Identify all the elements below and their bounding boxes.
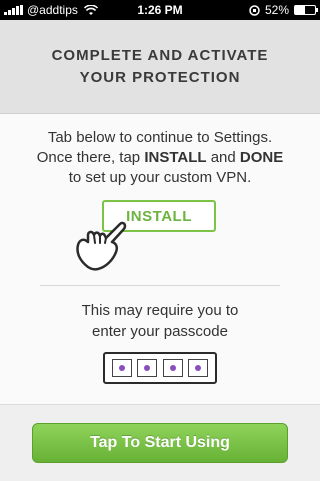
instructions-text: Tab below to continue to Settings. Once … xyxy=(10,128,310,188)
battery-icon xyxy=(294,5,318,15)
pointing-hand-icon xyxy=(76,221,127,271)
divider xyxy=(40,285,280,286)
passcode-dot xyxy=(118,365,125,371)
passcode-dot xyxy=(169,365,176,371)
passcode-slot xyxy=(188,359,209,377)
instructions-line-2-prefix: Once there, tap xyxy=(36,149,145,166)
passcode-text: This may require you to enter your passc… xyxy=(10,300,310,342)
battery-level xyxy=(295,6,306,14)
done-keyword: DONE xyxy=(239,149,284,166)
status-right: 52% xyxy=(249,3,318,17)
passcode-slot xyxy=(137,359,158,377)
instructions-line-1: Tab below to continue to Settings. xyxy=(47,129,273,146)
passcode-slot xyxy=(111,359,132,377)
instructions-line-2: Once there, tap INSTALL and DONE xyxy=(10,148,310,168)
passcode-line-2: enter your passcode xyxy=(92,323,228,340)
rotation-lock-icon xyxy=(249,4,260,16)
page-title: COMPLETE AND ACTIVATE YOUR PROTECTION xyxy=(51,46,269,86)
start-using-button[interactable]: Tap To Start Using xyxy=(32,423,288,463)
footer: Tap To Start Using xyxy=(0,404,320,481)
and-word: and xyxy=(206,149,240,166)
passcode-line-1: This may require you to xyxy=(81,302,239,319)
passcode-illustration xyxy=(103,352,217,384)
passcode-dot xyxy=(195,365,202,371)
instructions-line-3: to set up your custom VPN. xyxy=(68,169,252,186)
battery-percent: 52% xyxy=(264,3,289,17)
status-bar: @addtips 1:26 PM 52% xyxy=(0,0,320,20)
passcode-dot xyxy=(144,365,151,371)
passcode-slot xyxy=(162,359,183,377)
install-keyword: INSTALL xyxy=(144,149,207,166)
header: COMPLETE AND ACTIVATE YOUR PROTECTION xyxy=(0,20,320,114)
